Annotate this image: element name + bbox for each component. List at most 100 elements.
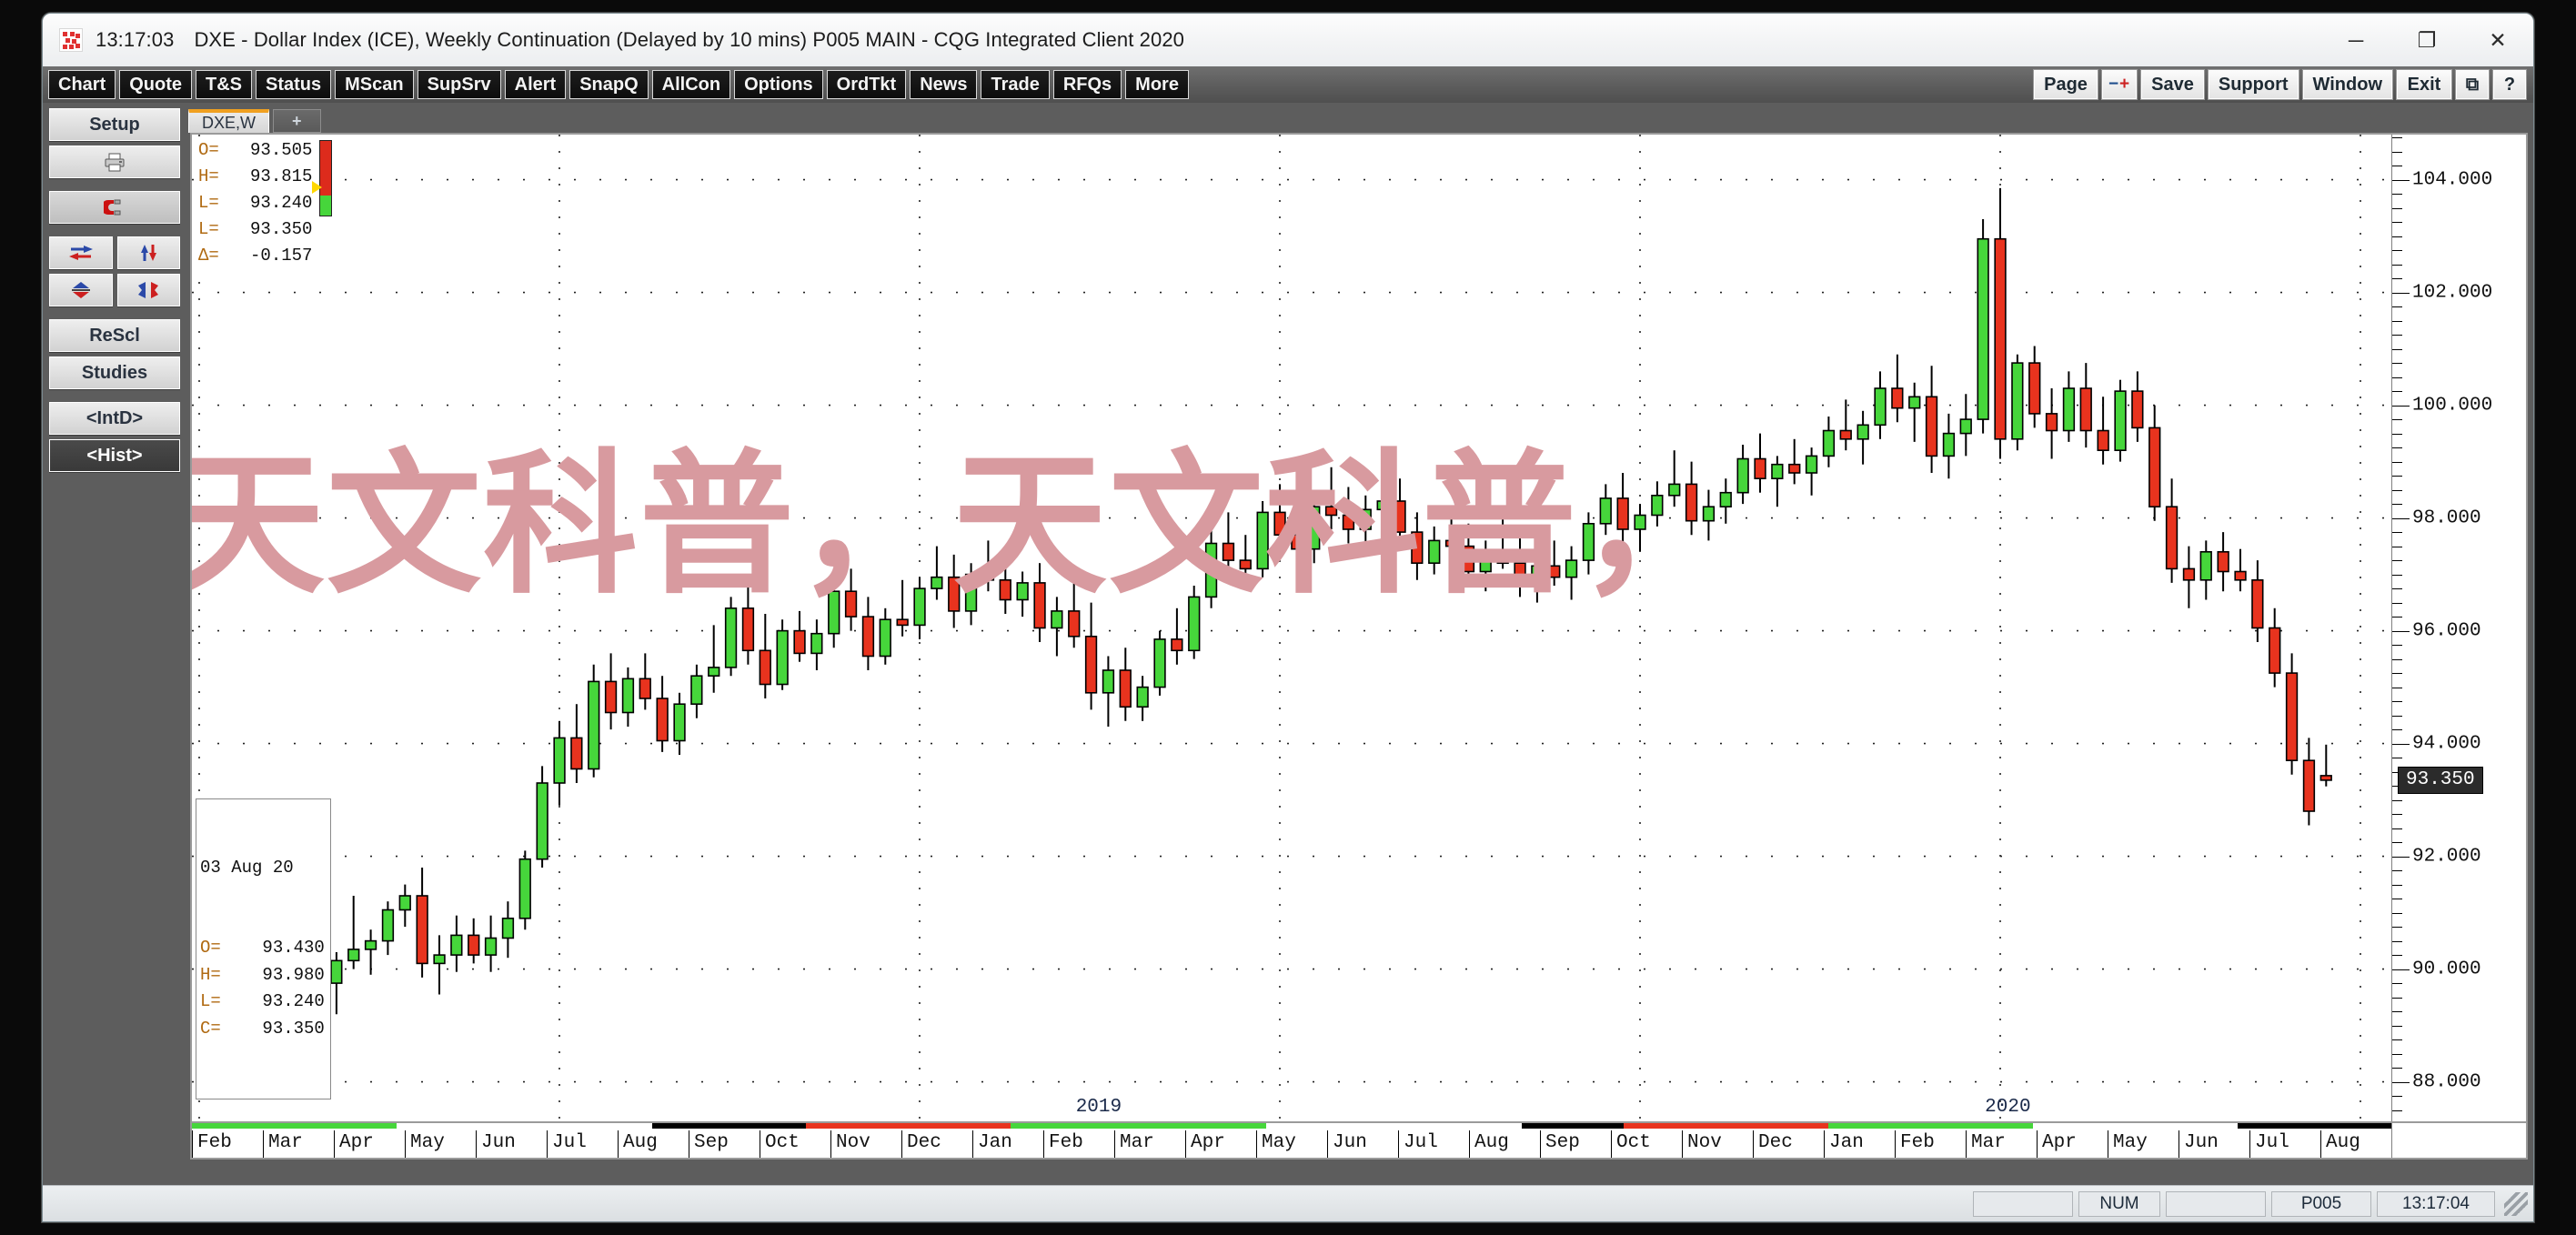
toolbar-button-allcon[interactable]: AllCon — [651, 70, 731, 99]
price-tick — [2392, 1053, 2402, 1055]
session-strip-segment — [192, 1123, 397, 1129]
toolbar-button-support[interactable]: Support — [2208, 70, 2299, 99]
chart-plot-area[interactable]: 天文科普，天文科普， O= 93.505 H= 93.815 L= 93.240 L=… — [192, 135, 2391, 1121]
bar-info-box: 03 Aug 20 O= 93.430 H= 93.980 L= 93.240 C= … — [196, 798, 331, 1099]
price-tick — [2392, 306, 2402, 308]
page-title: DXE - Dollar Index (ICE), Weekly Continu… — [194, 28, 1184, 51]
toolbar-button-zoom-toggle[interactable]: −+ — [2101, 70, 2138, 99]
bar-info-values: O= 93.430 H= 93.980 L= 93.240 C= 93.350 — [200, 935, 325, 1042]
toolbar-button-alert[interactable]: Alert — [504, 70, 567, 99]
chart-sidebar: Setup ReScl Studies <IntD> <Hist> — [43, 103, 186, 1185]
toolbar-button-quote[interactable]: Quote — [119, 70, 193, 99]
session-strip-segment — [805, 1123, 1011, 1129]
month-label: Sep — [689, 1130, 760, 1158]
session-strip-segment — [1522, 1123, 1625, 1129]
arrow-collapse-button[interactable] — [49, 274, 113, 306]
toolbar-button-ordtkt[interactable]: OrdTkt — [826, 70, 907, 99]
quote-row: Δ= -0.157 — [198, 245, 313, 266]
status-num-indicator: NUM — [2078, 1190, 2160, 1217]
rescale-button[interactable]: ReScl — [49, 319, 180, 352]
month-label: Aug — [1469, 1130, 1540, 1158]
toolbar-button-status[interactable]: Status — [256, 70, 332, 99]
print-button[interactable] — [49, 146, 180, 178]
price-tick — [2392, 207, 2402, 209]
price-tick — [2392, 912, 2402, 914]
month-label: Jun — [476, 1130, 547, 1158]
toolbar-button-snapq[interactable]: SnapQ — [569, 70, 649, 99]
intraday-button[interactable]: <IntD> — [49, 402, 180, 435]
chart-panel: DXE,W + 天文科普，天文科普， O= 93.505 H= 93.815 L= … — [186, 103, 2533, 1185]
chart-scroll-row[interactable] — [190, 1161, 2528, 1185]
price-label: 100.000 — [2412, 395, 2493, 417]
toolbar-button-trade[interactable]: Trade — [981, 70, 1050, 99]
main-toolbar: Chart Quote T&S Status MScan SupSrv Alert SnapQ… — [43, 66, 2533, 103]
toolbar-button-chart[interactable]: Chart — [48, 70, 116, 99]
toolbar-button-rfqs[interactable]: RFQs — [1052, 70, 1122, 99]
minimize-icon[interactable]: ─ — [2320, 14, 2391, 66]
toolbar-button-page[interactable]: Page — [2034, 70, 2098, 99]
session-strip-segment — [1828, 1123, 2034, 1129]
bar-info-row: O= 93.430 — [200, 938, 325, 959]
price-tick — [2392, 842, 2402, 844]
toolbar-button-options[interactable]: Options — [734, 70, 823, 99]
toolbar-button-mscan[interactable]: MScan — [335, 70, 414, 99]
arrow-split-icon — [138, 282, 159, 298]
toolbar-button-news[interactable]: News — [910, 70, 978, 99]
toolbar-button-more[interactable]: More — [1125, 70, 1189, 99]
resize-grip[interactable] — [2504, 1191, 2528, 1216]
studies-button[interactable]: Studies — [49, 356, 180, 389]
status-panel-2 — [2166, 1190, 2266, 1217]
price-tick — [2392, 828, 2402, 829]
month-label: Mar — [1966, 1130, 2037, 1158]
price-label: 94.000 — [2412, 733, 2481, 755]
price-tick — [2392, 1081, 2410, 1083]
arrow-collapse-icon — [71, 282, 90, 298]
chart-tab-dxe[interactable]: DXE,W — [188, 109, 270, 133]
price-label: 88.000 — [2412, 1071, 2481, 1093]
bar-info-date: 03 Aug 20 — [200, 858, 294, 879]
month-label: Oct — [760, 1130, 830, 1158]
app-icon — [59, 28, 83, 52]
price-tick — [2392, 560, 2402, 562]
month-label: Oct — [1611, 1130, 1682, 1158]
month-label: Sep — [1540, 1130, 1611, 1158]
price-tick — [2392, 1109, 2402, 1111]
toolbar-button-save[interactable]: Save — [2141, 70, 2204, 99]
toolbar-button-help[interactable]: ? — [2493, 70, 2526, 99]
session-strip-segment — [1624, 1123, 1829, 1129]
price-scale-axis[interactable]: 104.000 102.000 100.000 98.000 96.000 94.000 9… — [2391, 135, 2526, 1121]
year-label: 2019 — [1075, 1097, 1122, 1118]
toolbar-button-exit[interactable]: Exit — [2397, 70, 2451, 99]
price-tick — [2392, 715, 2402, 717]
bar-info-row: C= 93.350 — [200, 1018, 325, 1039]
price-tick — [2392, 151, 2402, 153]
maximize-icon[interactable]: ❐ — [2391, 14, 2462, 66]
toolbar-button-window[interactable]: Window — [2302, 70, 2392, 99]
date-axis[interactable]: Feb Mar Apr May Jun Jul Aug Sep Oct Nov Dec Jan Feb M… — [190, 1123, 2528, 1160]
price-tick — [2392, 997, 2402, 999]
toolbar-button-t-s[interactable]: T&S — [196, 70, 253, 99]
close-icon[interactable]: ✕ — [2462, 14, 2533, 66]
arrow-split-button[interactable] — [116, 274, 180, 306]
arrow-horizontal-button[interactable] — [49, 236, 113, 269]
price-tick — [2392, 447, 2402, 449]
candlestick-plot — [192, 135, 2391, 1121]
historical-button[interactable]: <Hist> — [49, 439, 180, 472]
quote-box: O= 93.505 H= 93.815 L= 93.240 L= 93.350 Δ= -… — [196, 136, 333, 270]
price-tick — [2392, 433, 2402, 435]
price-tick — [2392, 969, 2410, 970]
add-tab-button[interactable]: + — [273, 109, 321, 133]
application-window: 13:17:03 DXE - Dollar Index (ICE), Weekl… — [42, 13, 2534, 1222]
session-strip-segment — [652, 1123, 806, 1129]
toolbar-button-supsrv[interactable]: SupSrv — [417, 70, 501, 99]
title-bar: 13:17:03 DXE - Dollar Index (ICE), Weekl… — [43, 14, 2533, 66]
toolbar-left-group: Chart Quote T&S Status MScan SupSrv Alert SnapQ… — [48, 70, 1189, 99]
month-label: Apr — [2037, 1130, 2108, 1158]
arrow-vertical-button[interactable] — [116, 236, 180, 269]
status-panel-1 — [1973, 1190, 2073, 1217]
month-label: Dec — [1753, 1130, 1824, 1158]
toolbar-button-restore-window[interactable]: ⧉ — [2456, 70, 2489, 99]
setup-button[interactable]: Setup — [49, 108, 180, 141]
price-tick — [2392, 1068, 2402, 1069]
magnet-button[interactable] — [49, 191, 180, 224]
